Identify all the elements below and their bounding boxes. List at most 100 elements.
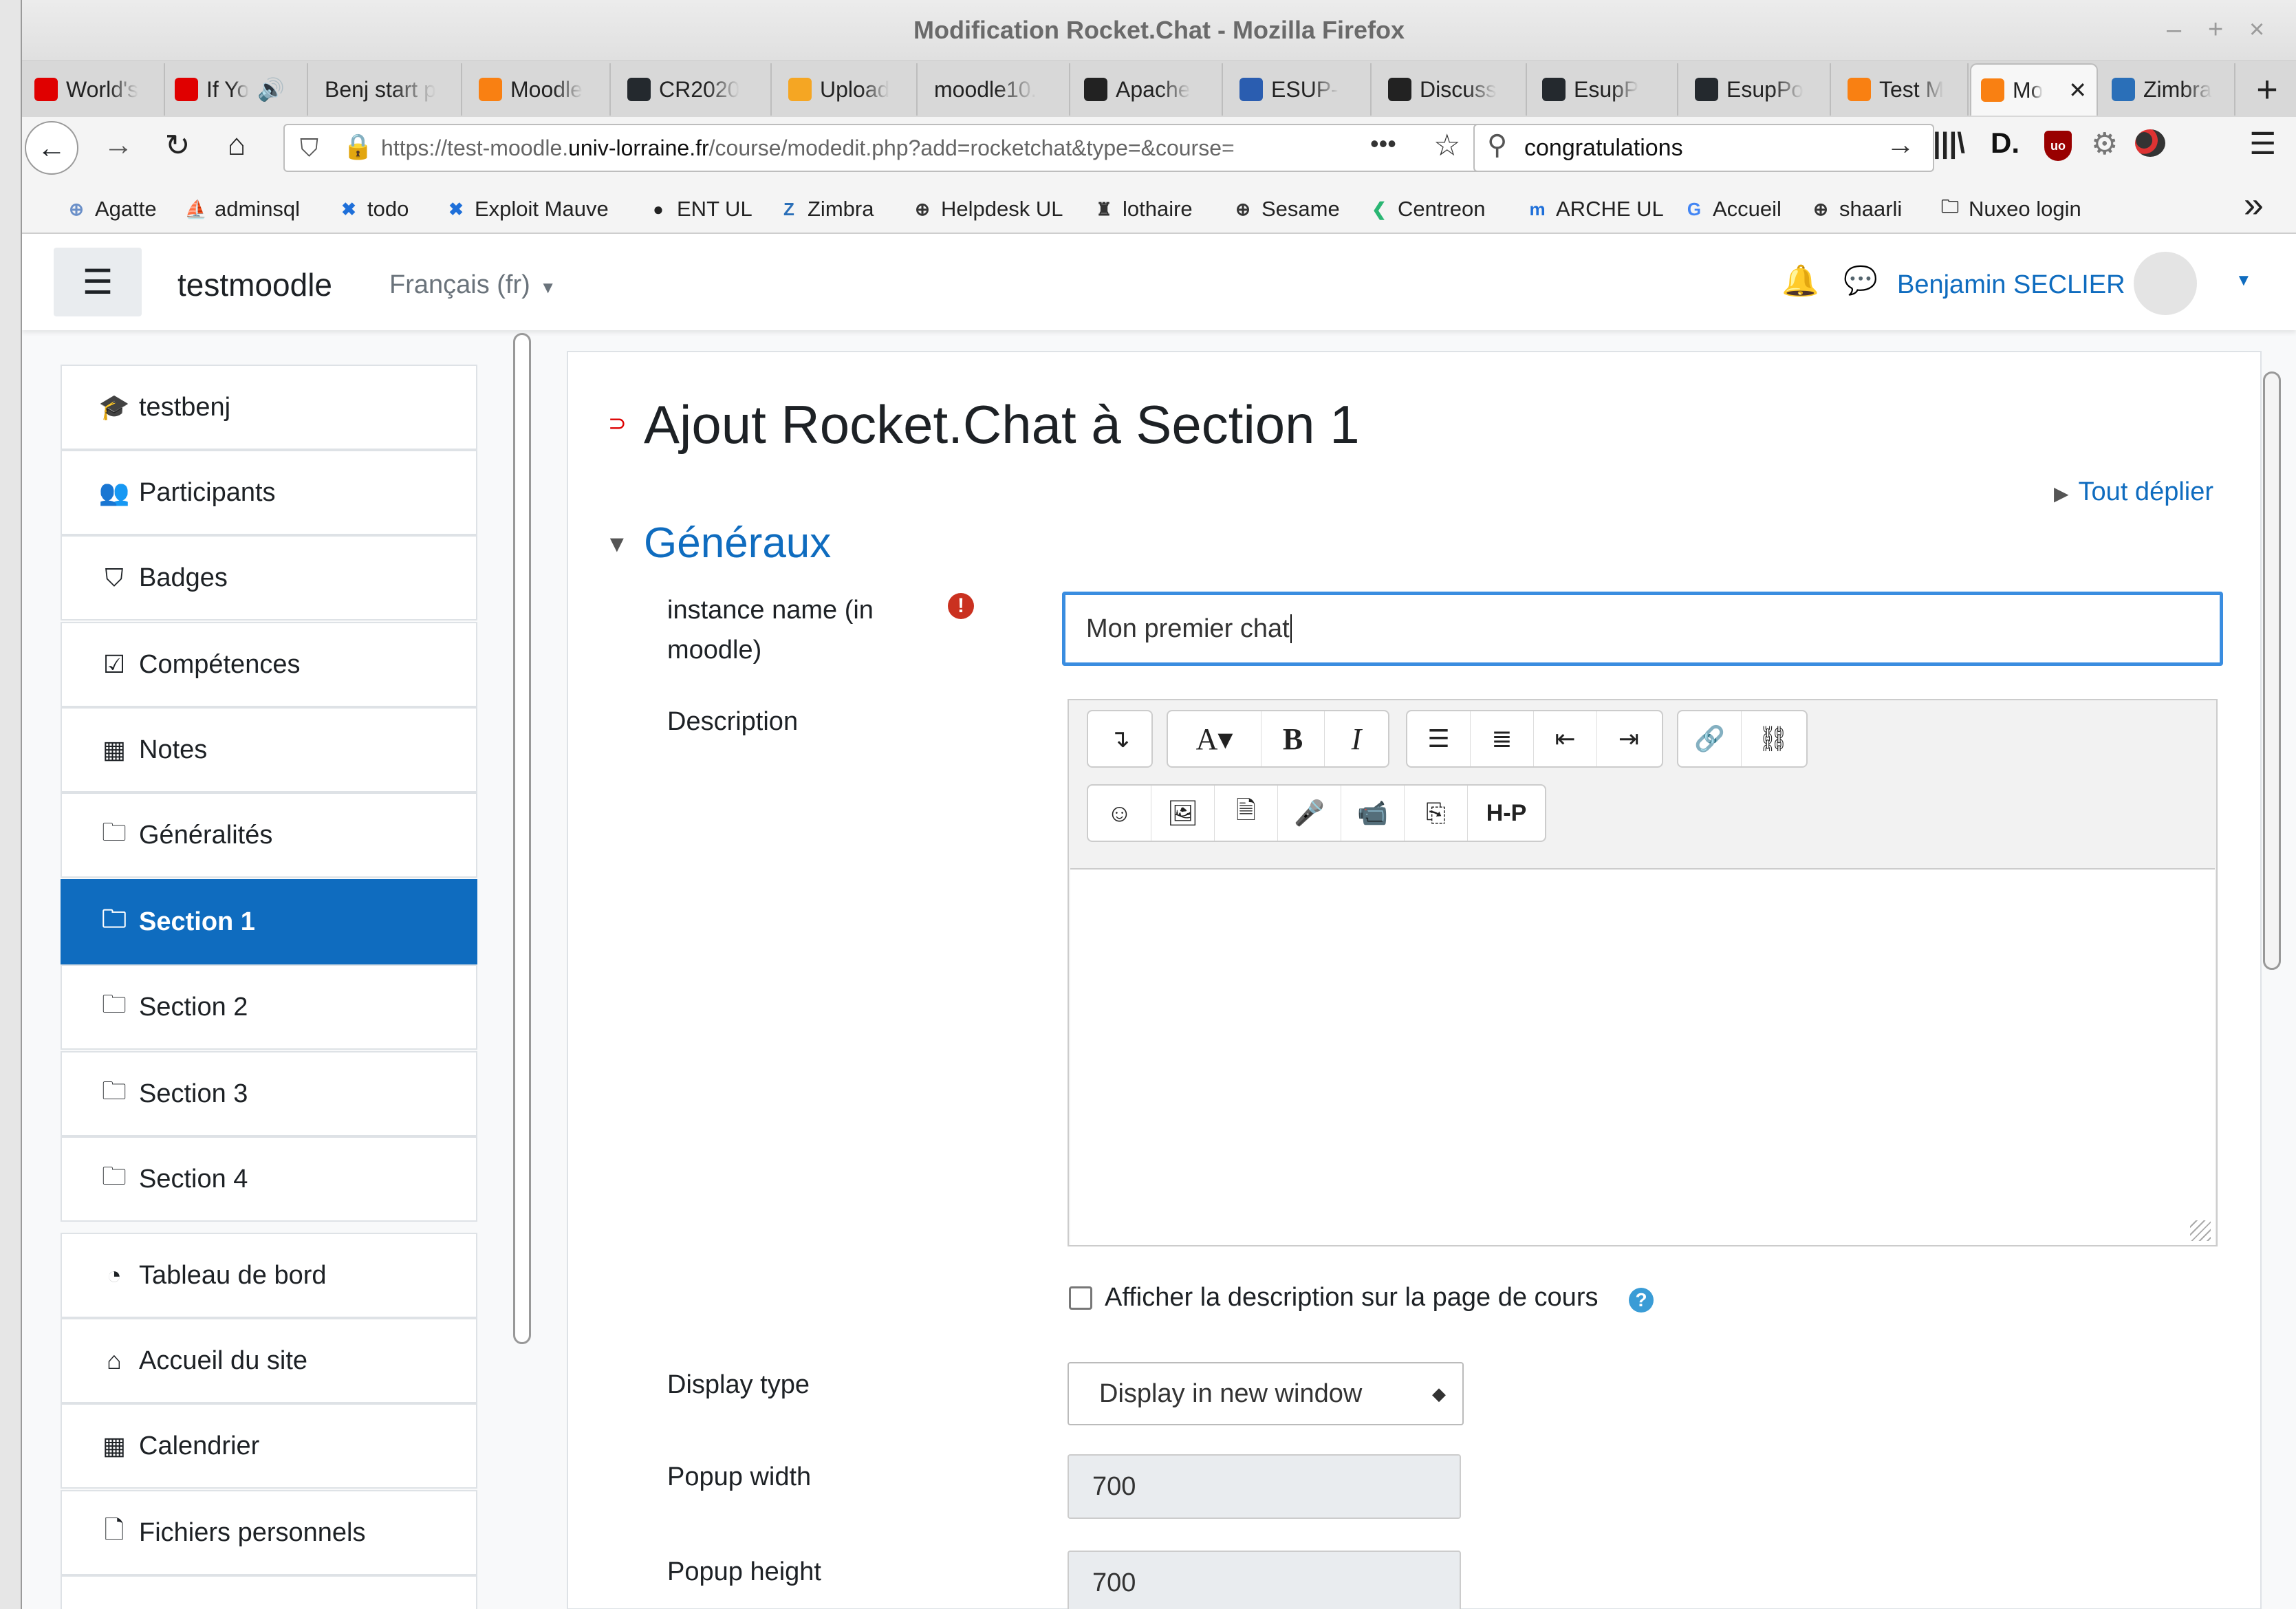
drawer-scrollbar[interactable] [513,333,531,1344]
minimize-button[interactable]: – [2167,15,2181,45]
image-button[interactable]: 🖼 [1151,786,1215,841]
user-menu-caret-icon[interactable]: ▼ [2235,271,2252,290]
tab-11[interactable]: EsupP [1533,63,1678,116]
nav-item-généralités[interactable]: 🗀 Généralités [61,792,477,878]
extension-icon[interactable] [2135,129,2165,157]
avatar[interactable] [2134,252,2197,315]
resize-handle[interactable] [2190,1220,2211,1241]
maximize-button[interactable]: + [2208,15,2223,45]
nav-item-section-4[interactable]: 🗀 Section 4 [61,1136,477,1222]
description-textarea[interactable] [1070,868,2215,1245]
bookmark-ent-ul[interactable]: ● ENT UL [647,182,752,237]
library-icon[interactable]: |||\ [1933,127,1965,160]
tab-9[interactable]: ESUP- [1230,63,1372,116]
tab-10[interactable]: Discuss [1378,63,1527,116]
search-bar[interactable]: ⚲ congratulations → [1473,124,1934,172]
close-tab-icon[interactable]: ✕ [2068,77,2087,103]
outdent-button[interactable]: ⇤ [1534,711,1597,766]
tab-7[interactable]: moodle10. [924,63,1070,116]
new-tab-button[interactable]: + [2238,63,2296,116]
nav-item-compétences[interactable]: ☑ Compétences [61,622,477,707]
bookmark-helpdesk-ul[interactable]: ⊕ Helpdesk UL [911,182,1063,237]
bookmark-exploit-mauve[interactable]: ✖ Exploit Mauve [444,182,609,237]
nav-item-tableau-de-bord[interactable]: ◔ Tableau de bord [61,1233,477,1318]
bookmark-lothaire[interactable]: ♜ lothaire [1092,182,1192,237]
tab-2[interactable]: If Yo 🔊 [165,63,308,116]
url-bar[interactable]: ⛉ 🔒 https://test-moodle.univ-lorraine.fr… [283,124,1508,172]
popup-width-input[interactable]: 700 [1068,1454,1461,1519]
language-menu[interactable]: Français (fr) ▼ [389,257,556,312]
nav-item-accueil-du-site[interactable]: ⌂ Accueil du site [61,1318,477,1403]
bookmark-sesame[interactable]: ⊕ Sesame [1231,182,1340,237]
section-legend[interactable]: Généraux [644,515,831,572]
bookmark-nuxeo-login[interactable]: 🗀 Nuxeo login [1938,182,2081,237]
bookmark-shaarli[interactable]: ⊕ shaarli [1809,182,1902,237]
record-audio-button[interactable]: 🎤 [1278,786,1341,841]
home-button[interactable]: ⌂ [216,128,257,162]
tab-3[interactable]: Benj start p [315,63,462,116]
collapse-caret-icon[interactable]: ▼ [605,531,629,558]
display-type-select[interactable]: Display in new window ◆ [1068,1362,1464,1425]
nav-item-section-3[interactable]: 🗀 Section 3 [61,1051,477,1136]
record-video-button[interactable]: 📹 [1341,786,1405,841]
drawer-toggle-button[interactable]: ☰ [54,248,142,316]
show-description-checkbox[interactable] [1069,1286,1092,1310]
bookmark-star-icon[interactable]: ☆ [1433,128,1460,163]
user-menu-name[interactable]: Benjamin SECLIER [1897,257,2125,312]
tab-4[interactable]: Moodle [469,63,611,116]
site-name[interactable]: testmoodle [177,257,332,312]
emoji-button[interactable]: ☺ [1088,786,1151,841]
popup-height-input[interactable]: 700 [1068,1551,1461,1609]
dashlane-icon[interactable]: D. [1991,127,2019,160]
expand-all-link[interactable]: ▶ Tout déplier [2054,475,2213,509]
toolbar-toggle-button[interactable]: ↴ [1088,711,1151,766]
nav-item-calendrier[interactable]: ▦ Calendrier [61,1403,477,1489]
bold-button[interactable]: B [1261,711,1325,766]
instance-name-input[interactable]: Mon premier chat [1062,592,2223,666]
tab-1[interactable]: World's [25,63,165,116]
tab-5[interactable]: CR2020 [618,63,772,116]
menu-icon[interactable]: ☰ [2249,127,2276,162]
tab-6[interactable]: Upload [779,63,918,116]
font-style-button[interactable]: A▾ [1168,711,1261,766]
nav-item-section-2[interactable]: 🗀 Section 2 [61,964,477,1050]
italic-button[interactable]: I [1325,711,1388,766]
forward-button[interactable]: → [98,128,139,162]
unlink-button[interactable]: ⛓ [1742,711,1805,766]
page-scrollbar[interactable] [2263,371,2281,970]
search-input[interactable]: congratulations [1524,125,1683,171]
bookmark-adminsql[interactable]: ⛵ adminsql [184,182,300,237]
nav-item-partial[interactable] [61,1575,477,1609]
nav-item-participants[interactable]: 👥 Participants [61,450,477,535]
messages-icon[interactable]: 💬 [1843,264,1878,296]
nav-item-fichiers-personnels[interactable]: 🗋 Fichiers personnels [61,1490,477,1575]
numbered-list-button[interactable]: ≣ [1471,711,1534,766]
reload-button[interactable]: ↻ [157,128,198,163]
media-button[interactable]: 🗎 [1215,786,1278,841]
nav-item-badges[interactable]: ⛉ Badges [61,535,477,620]
bookmark-todo[interactable]: ✖ todo [337,182,409,237]
page-actions-button[interactable]: ••• [1370,129,1396,158]
indent-button[interactable]: ⇥ [1597,711,1660,766]
bookmark-arche-ul[interactable]: m ARCHE UL [1526,182,1663,237]
bookmarks-overflow-button[interactable]: » [2244,184,2264,226]
nav-item-testbenj[interactable]: 🎓 testbenj [61,365,477,450]
ublock-icon[interactable]: uo [2044,131,2072,161]
h5p-button[interactable]: H-P [1468,786,1545,841]
search-go-icon[interactable]: → [1886,128,1915,161]
link-button[interactable]: 🔗 [1678,711,1742,766]
bookmark-zimbra[interactable]: Z Zimbra [777,182,874,237]
back-button[interactable]: ← [25,121,78,175]
tab-8[interactable]: Apache [1074,63,1223,116]
help-icon[interactable]: ? [1629,1288,1654,1313]
tab-13[interactable]: Test M [1838,63,1969,116]
close-window-button[interactable]: × [2249,15,2264,45]
tab-12[interactable]: EsupPo [1685,63,1831,116]
gear-icon[interactable]: ⚙ [2091,127,2118,162]
bookmark-accueil[interactable]: G Accueil [1682,182,1781,237]
nav-item-section-1[interactable]: 🗀 Section 1 [61,879,477,964]
tab-14[interactable]: Mo ✕ [1970,63,2098,116]
bookmark-agatte[interactable]: ⊕ Agatte [65,182,157,237]
bulleted-list-button[interactable]: ☰ [1407,711,1471,766]
speaker-icon[interactable]: 🔊 [257,76,285,102]
